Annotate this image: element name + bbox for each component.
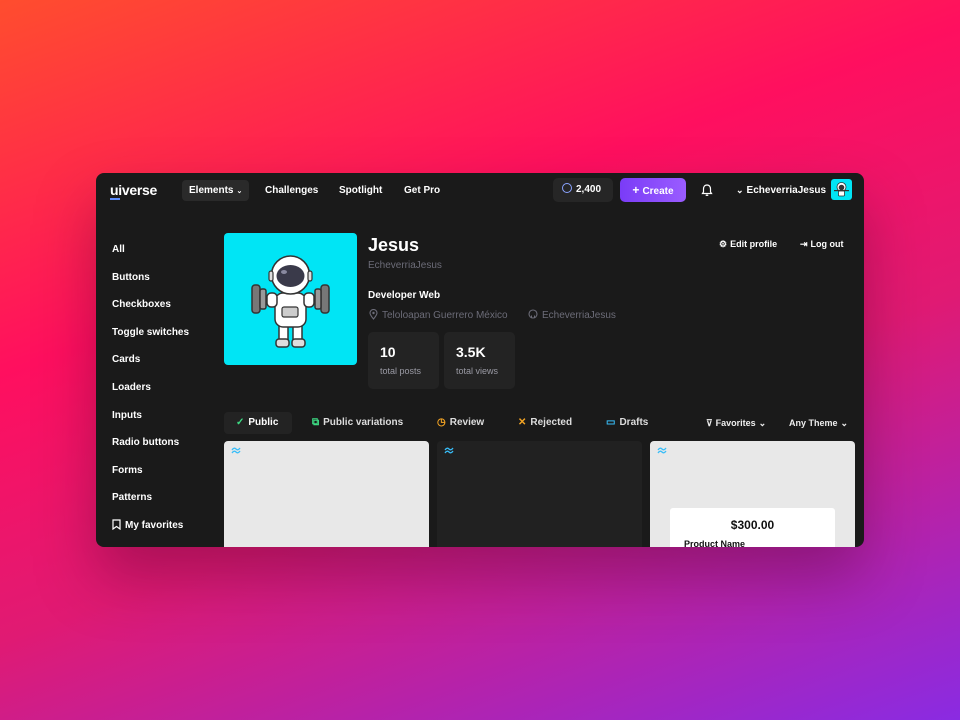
tailwind-icon bbox=[231, 447, 241, 454]
product-price: $300.00 bbox=[730, 518, 775, 532]
product-card-preview: $300.00 Product Name bbox=[670, 508, 835, 547]
theme-filter-label: Any Theme bbox=[789, 418, 838, 428]
chevron-down-icon: ⌄ bbox=[840, 418, 849, 428]
tab-review[interactable]: ◷ Review bbox=[437, 412, 484, 434]
product-name: Product Name bbox=[684, 539, 746, 547]
astronaut-icon bbox=[834, 182, 849, 197]
logo-ui-text: ui bbox=[110, 182, 122, 198]
component-card[interactable] bbox=[437, 441, 642, 547]
sidebar-item-all[interactable]: All bbox=[112, 238, 222, 266]
coin-icon bbox=[562, 183, 572, 193]
user-avatar[interactable] bbox=[831, 179, 852, 200]
theme-filter[interactable]: Any Theme ⌄ bbox=[789, 418, 848, 429]
tab-public[interactable]: ✓ Public bbox=[224, 412, 293, 434]
stat-value: 3.5K bbox=[456, 344, 486, 360]
coins-count: 2,400 bbox=[576, 184, 602, 195]
component-card[interactable]: $300.00 Product Name bbox=[650, 441, 855, 547]
check-icon: ✓ bbox=[236, 417, 245, 428]
profile-role: Developer Web bbox=[368, 290, 441, 301]
sidebar-item-cards[interactable]: Cards bbox=[112, 348, 222, 376]
uiverse-logo[interactable]: uiverse bbox=[110, 182, 157, 200]
tab-public-variations-label: Public variations bbox=[323, 417, 404, 428]
variations-icon: ⧉ bbox=[312, 417, 320, 428]
nav-challenges[interactable]: Challenges bbox=[265, 180, 318, 201]
stat-total-posts: 10 total posts bbox=[368, 332, 439, 389]
favorites-label: My favorites bbox=[125, 519, 184, 531]
folder-icon: ▭ bbox=[606, 417, 616, 428]
tab-rejected[interactable]: ✕ Rejected bbox=[518, 412, 572, 434]
chevron-down-icon: ⌄ bbox=[758, 418, 767, 428]
stat-total-views: 3.5K total views bbox=[444, 332, 515, 389]
app-window: uiverse Elements ⌄ Challenges Spotlight G… bbox=[96, 173, 864, 547]
location-text: Teloloapan Guerrero México bbox=[382, 310, 508, 321]
sidebar-item-forms[interactable]: Forms bbox=[112, 459, 222, 487]
sidebar-item-buttons[interactable]: Buttons bbox=[112, 266, 222, 294]
edit-profile-button[interactable]: ⚙ Edit profile bbox=[719, 239, 777, 250]
logout-icon: ⇥ bbox=[800, 239, 808, 249]
profile-github[interactable]: EcheverriaJesus bbox=[528, 309, 616, 322]
sidebar-item-checkboxes[interactable]: Checkboxes bbox=[112, 293, 222, 321]
tab-drafts-label: Drafts bbox=[619, 417, 649, 428]
logout-button[interactable]: ⇥ Log out bbox=[800, 239, 844, 250]
github-icon bbox=[528, 309, 538, 319]
tab-public-label: Public bbox=[248, 417, 279, 428]
component-card[interactable] bbox=[224, 441, 429, 547]
edit-profile-label: Edit profile bbox=[730, 239, 778, 249]
chevron-down-icon: ⌄ bbox=[236, 188, 243, 195]
filter-icon: ⊽ bbox=[706, 418, 713, 428]
favorites-filter-label: Favorites bbox=[715, 418, 756, 428]
stat-label: total posts bbox=[380, 366, 422, 376]
tab-rejected-label: Rejected bbox=[530, 417, 573, 428]
sidebar-item-my-favorites[interactable]: My favorites bbox=[112, 514, 222, 542]
create-button[interactable]: + Create bbox=[620, 178, 686, 202]
nav-get-pro[interactable]: Get Pro bbox=[404, 180, 440, 201]
tailwind-icon bbox=[444, 447, 454, 454]
logout-label: Log out bbox=[810, 239, 844, 249]
create-label: Create bbox=[642, 186, 674, 197]
stat-label: total views bbox=[456, 366, 499, 376]
bell-icon[interactable] bbox=[700, 183, 714, 197]
location-pin-icon bbox=[369, 308, 378, 320]
sidebar-item-toggle-switches[interactable]: Toggle switches bbox=[112, 321, 222, 349]
favorites-filter[interactable]: ⊽ Favorites ⌄ bbox=[706, 418, 766, 429]
tab-review-label: Review bbox=[449, 417, 485, 428]
user-menu[interactable]: ⌄ EcheverriaJesus bbox=[736, 183, 826, 198]
github-text: EcheverriaJesus bbox=[542, 310, 616, 321]
tab-public-variations[interactable]: ⧉ Public variations bbox=[312, 412, 403, 434]
bookmark-icon bbox=[112, 519, 121, 530]
tab-drafts[interactable]: ▭ Drafts bbox=[606, 412, 648, 434]
sidebar-item-patterns[interactable]: Patterns bbox=[112, 486, 222, 514]
coins-badge[interactable]: 2,400 bbox=[553, 178, 613, 202]
nav-elements-label: Elements bbox=[189, 185, 234, 196]
logo-verse-text: verse bbox=[121, 182, 157, 198]
close-icon: ✕ bbox=[518, 417, 527, 428]
plus-icon: + bbox=[632, 183, 640, 197]
profile-location: Teloloapan Guerrero México bbox=[369, 308, 508, 322]
logo-underline bbox=[110, 198, 120, 200]
sidebar-item-inputs[interactable]: Inputs bbox=[112, 404, 222, 432]
gear-icon: ⚙ bbox=[719, 239, 728, 249]
category-sidebar: All Buttons Checkboxes Toggle switches C… bbox=[112, 238, 222, 542]
profile-name: Jesus bbox=[368, 235, 420, 255]
astronaut-illustration bbox=[251, 255, 330, 348]
top-navbar: uiverse Elements ⌄ Challenges Spotlight G… bbox=[96, 173, 864, 206]
username: EcheverriaJesus bbox=[746, 185, 827, 196]
profile-avatar bbox=[224, 233, 357, 365]
tailwind-icon bbox=[657, 447, 667, 454]
sidebar-item-radio-buttons[interactable]: Radio buttons bbox=[112, 431, 222, 459]
nav-elements-menu[interactable]: Elements ⌄ bbox=[182, 180, 250, 201]
clock-icon: ◷ bbox=[437, 417, 446, 428]
chevron-down-icon: ⌄ bbox=[736, 185, 744, 195]
nav-spotlight[interactable]: Spotlight bbox=[339, 180, 382, 201]
stat-value: 10 bbox=[380, 344, 396, 360]
sidebar-item-loaders[interactable]: Loaders bbox=[112, 376, 222, 404]
profile-handle: EcheverriaJesus bbox=[368, 260, 442, 271]
